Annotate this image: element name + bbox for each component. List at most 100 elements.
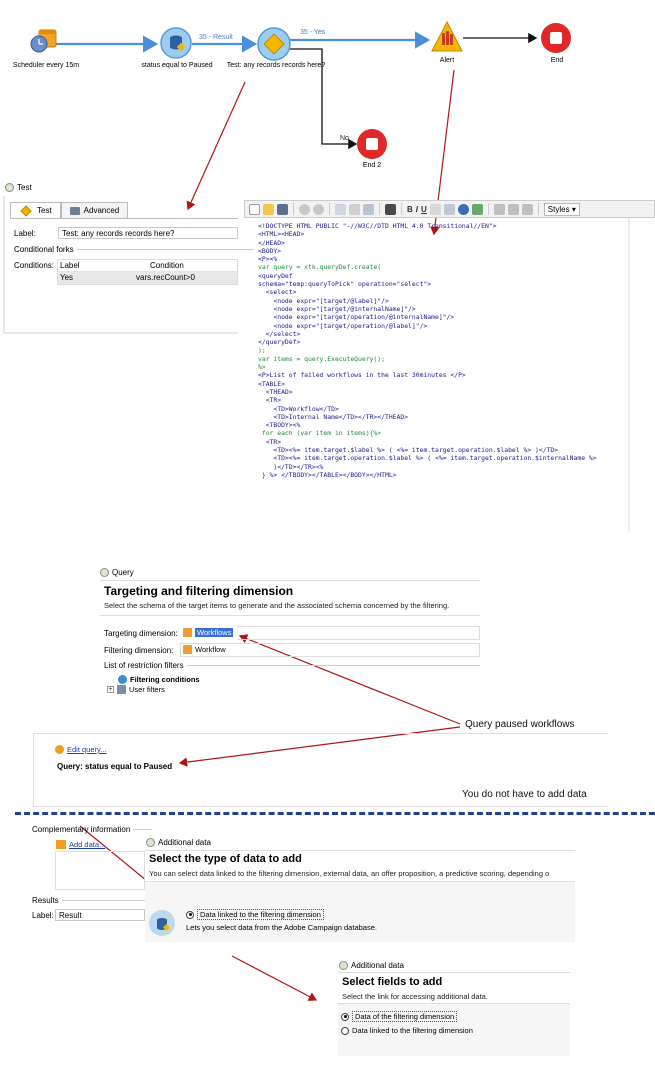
test-window-icon [5, 183, 14, 192]
result-label-input[interactable]: Result [55, 909, 145, 921]
linked-data-illustration [149, 910, 175, 936]
complementary-label: Complementary information [32, 825, 131, 834]
code-line: ); [258, 346, 266, 355]
expand-icon[interactable]: + [107, 686, 114, 693]
targeting-value-text: Workflows [195, 628, 234, 637]
code-line: <HTML><HEAD> [258, 230, 305, 239]
underline-button[interactable]: U [421, 205, 427, 214]
linked-data-option[interactable]: Data linked to the filtering dimension [186, 909, 324, 920]
alert-label: Alert [439, 57, 455, 64]
image-icon[interactable] [471, 203, 483, 215]
label-input[interactable]: Test: any records records here? [58, 227, 238, 239]
scheduler-icon [30, 29, 57, 53]
open-folder-icon[interactable] [263, 203, 274, 215]
diamond-icon [20, 204, 32, 217]
linked-dim-option[interactable]: Data linked to the filtering dimension [341, 1026, 473, 1035]
code-line: <TBODY><% [258, 421, 301, 430]
conditional-forks-separator: Conditional forks [14, 245, 254, 254]
linked-data-option-text: Data linked to the filtering dimension [197, 909, 324, 920]
tab-advanced-label: Advanced [83, 206, 120, 215]
code-line: )</TD></TR><% [258, 462, 324, 471]
linked-data-desc: Lets you select data from the Adobe Camp… [186, 923, 377, 932]
code-line: <node expr="[target/operation/@label]"/> [258, 321, 428, 330]
add-data-link[interactable]: Add data... [56, 840, 105, 849]
redo-icon[interactable] [313, 203, 324, 215]
filter-conditions-icon [118, 675, 127, 684]
code-line: <select> [258, 288, 297, 297]
add-data-icon [56, 840, 66, 849]
list-icon[interactable] [443, 203, 455, 215]
styles-dropdown[interactable]: Styles ▾ [543, 202, 580, 216]
annotation-no-add-data: You do not have to add data [462, 789, 587, 800]
tab-test-label: Test [37, 206, 52, 215]
code-line: <TD>Workflow</TD> [258, 404, 339, 413]
code-line: <TD>Internal Name</TD></TR></THEAD> [258, 412, 409, 421]
test-activity[interactable] [257, 27, 291, 61]
filtering-conditions-item[interactable]: Filtering conditions [118, 675, 200, 684]
linked-dim-radio[interactable] [341, 1026, 349, 1035]
schema-icon [183, 628, 192, 637]
additional-data-1-title: Additional data [146, 838, 211, 847]
alert-icon [431, 20, 463, 52]
tab-test[interactable]: Test [10, 202, 61, 218]
paste-icon[interactable] [363, 203, 374, 215]
code-line: for each (var item in items){%> [258, 429, 382, 438]
callout-arrow-fields [231, 955, 318, 1001]
code-line: <TR> [258, 437, 282, 446]
link-icon[interactable] [457, 203, 469, 215]
filtering-dim-radio[interactable] [341, 1012, 349, 1021]
italic-button[interactable]: I [416, 205, 418, 214]
targeting-caption: Targeting dimension: [104, 629, 178, 638]
align-right-icon[interactable] [521, 203, 533, 215]
html-source-editor[interactable]: <!DOCTYPE HTML PUBLIC "-//W3C//DTD HTML … [258, 222, 655, 522]
alert-activity[interactable] [430, 20, 464, 54]
row-condition-cell: vars.recCount>0 [136, 273, 195, 282]
edge-label-no: No [340, 135, 349, 142]
scheduler-activity[interactable] [30, 28, 58, 58]
query-header-sub: Select the schema of the target items to… [104, 601, 450, 610]
conditional-forks-label: Conditional forks [14, 245, 74, 254]
align-center-icon[interactable] [507, 203, 519, 215]
end-activity[interactable] [540, 22, 572, 54]
additional-data-1-title-text: Additional data [158, 838, 211, 847]
query-header-title: Targeting and filtering dimension [104, 584, 294, 598]
filtering-dim-option[interactable]: Data of the filtering dimension [341, 1011, 458, 1022]
code-line: } %> </TBODY></TABLE></BODY></HTML> [258, 470, 397, 479]
result-label-caption: Label: [32, 911, 54, 920]
tab-advanced[interactable]: Advanced [60, 202, 129, 218]
cut-icon[interactable] [349, 203, 360, 215]
end2-activity[interactable] [356, 128, 388, 160]
save-icon[interactable] [277, 203, 288, 215]
undo-icon[interactable] [299, 203, 310, 215]
annotation-query-paused: Query paused workflows [465, 719, 575, 730]
results-label: Results [32, 896, 59, 905]
edit-query-link[interactable]: Edit query... [55, 745, 106, 754]
query-window-icon [100, 568, 109, 577]
query-summary: Query: status equal to Paused [57, 762, 173, 771]
new-doc-icon[interactable] [249, 203, 260, 215]
scheduler-label: Scheduler every 15m [12, 62, 80, 69]
query-activity[interactable] [160, 27, 192, 59]
conditions-row[interactable]: Yes vars.recCount>0 [58, 272, 237, 284]
copy-icon[interactable] [335, 203, 346, 215]
code-line: <TABLE> [258, 379, 285, 388]
conditions-caption: Conditions: [14, 261, 55, 270]
strikethrough-icon[interactable] [429, 203, 441, 215]
bold-button[interactable]: B [407, 205, 413, 214]
conditions-table: Label Condition Yes vars.recCount>0 [57, 259, 238, 285]
row-label-cell: Yes [60, 273, 74, 282]
test-tabs: Test Advanced [10, 202, 238, 219]
code-line: %> [258, 363, 266, 372]
code-line: <!DOCTYPE HTML PUBLIC "-//W3C//DTD HTML … [258, 222, 497, 230]
user-filters-item[interactable]: + User filters [107, 685, 165, 694]
database-icon [157, 918, 171, 932]
add-data-box [55, 851, 145, 890]
edge-label-result: 35 - Result [199, 34, 233, 41]
find-icon[interactable] [385, 203, 396, 215]
align-left-icon[interactable] [493, 203, 505, 215]
linked-data-radio[interactable] [186, 910, 194, 919]
targeting-value[interactable]: Workflows [183, 628, 234, 637]
code-line: <P>List of failed workflows in the last … [258, 371, 466, 380]
label-caption: Label: [14, 229, 36, 238]
additional-data-2-header-title: Select fields to add [342, 976, 443, 988]
